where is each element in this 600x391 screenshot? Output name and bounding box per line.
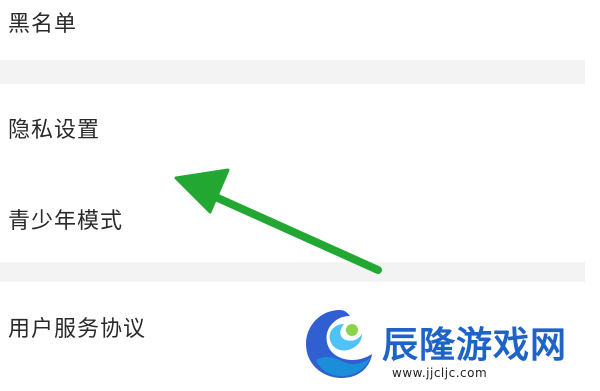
section-divider — [0, 262, 600, 282]
settings-item-blacklist[interactable]: 黑名单 — [0, 0, 600, 44]
settings-item-teen-mode[interactable]: 青少年模式 — [0, 194, 600, 244]
watermark-brand: 辰隆游戏网 — [382, 325, 568, 366]
settings-item-label: 隐私设置 — [8, 118, 101, 143]
settings-item-privacy[interactable]: 隐私设置 — [0, 104, 600, 152]
settings-item-label: 用户服务协议 — [8, 317, 147, 342]
site-logo-icon — [306, 310, 372, 378]
section-divider — [0, 60, 600, 84]
divider-edge — [585, 60, 600, 84]
settings-item-label: 青少年模式 — [8, 209, 124, 234]
watermark-url: www.jjcljc.com — [392, 366, 488, 380]
settings-item-label: 黑名单 — [8, 12, 78, 37]
divider-edge — [585, 262, 600, 282]
settings-screen: 黑名单 隐私设置 青少年模式 用户服务协议 辰隆游戏网 www.jjcljc.c… — [0, 0, 600, 391]
